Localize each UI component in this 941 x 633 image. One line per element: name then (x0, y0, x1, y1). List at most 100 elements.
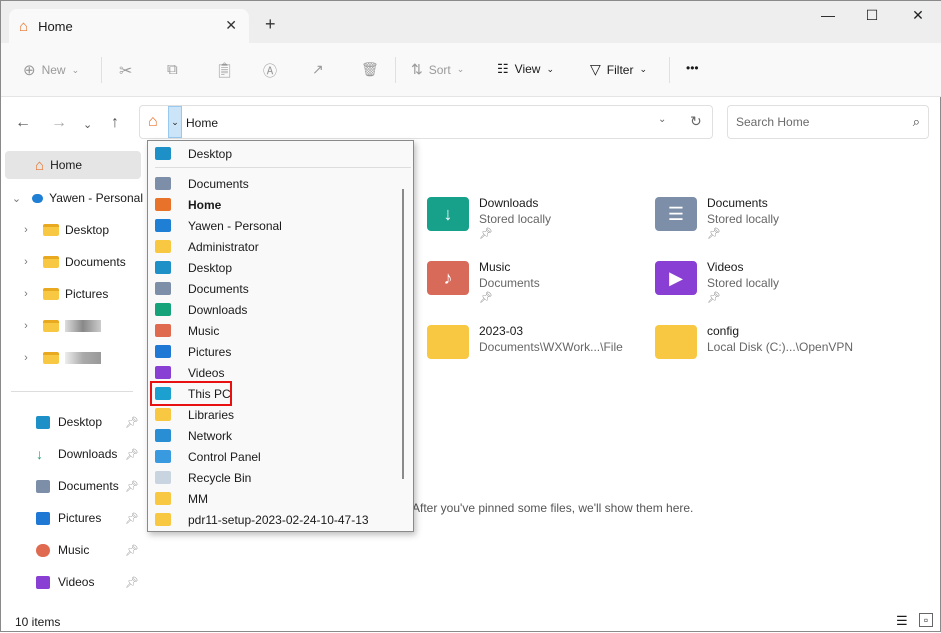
address-bar[interactable]: ⌂ ⌄ Home ⌄ ↻ (139, 105, 713, 139)
maximize-button[interactable]: ☐ (857, 7, 887, 24)
recent-locations-chevron-icon[interactable]: ⌄ (83, 118, 92, 131)
quick-access-pictures[interactable]: Pictures 📌︎ (1, 504, 143, 532)
more-options-button[interactable]: ••• (686, 61, 699, 75)
address-history-chevron-icon[interactable]: ⌄ (658, 114, 666, 125)
dropdown-item[interactable]: Documents (148, 278, 398, 299)
pin-icon[interactable]: 📌︎ (125, 416, 139, 429)
folder-icon (155, 240, 171, 253)
dropdown-item[interactable]: Home (148, 194, 398, 215)
search-input[interactable]: Search Home ⌕ (727, 105, 929, 139)
onedrive-icon (32, 193, 44, 203)
quick-access-videos[interactable]: Videos 📌︎ (1, 568, 143, 596)
folder-tile[interactable]: ▶ Videos Stored locally 📌︎ (655, 259, 779, 304)
dropdown-item[interactable]: Recycle Bin (148, 467, 398, 488)
pin-icon[interactable]: 📌︎ (125, 448, 139, 461)
dropdown-item[interactable]: Yawen - Personal (148, 215, 398, 236)
chevron-down-icon: ⌄ (639, 64, 647, 74)
quick-access-music[interactable]: Music 📌︎ (1, 536, 143, 564)
dropdown-label: Control Panel (188, 449, 261, 464)
dropdown-item[interactable]: Documents (148, 173, 398, 194)
sidebar-item-pictures[interactable]: › Pictures (1, 280, 143, 308)
dropdown-item[interactable]: Network (148, 425, 398, 446)
folder-tile[interactable]: config Local Disk (C:)...\OpenVPN (655, 323, 853, 359)
new-label: New (41, 63, 66, 77)
view-button[interactable]: ☷ View ⌄ (497, 61, 554, 77)
sidebar-label: Desktop (58, 415, 103, 429)
refresh-icon[interactable]: ↻ (690, 113, 702, 130)
dropdown-item[interactable]: Pictures (148, 341, 398, 362)
desktop-icon (155, 261, 171, 274)
folder-tile[interactable]: ☰ Documents Stored locally 📌︎ (655, 195, 779, 240)
dropdown-item[interactable]: pdr11-setup-2023-02-24-10-47-13 (148, 509, 398, 530)
dropdown-item-desktop-top[interactable]: Desktop (148, 143, 398, 164)
forward-arrow-icon[interactable]: → (51, 114, 67, 132)
control-panel-icon (155, 450, 171, 463)
downloads-icon: ↓ (36, 445, 43, 462)
view-label: View (514, 62, 541, 76)
new-tab-button[interactable]: + (265, 14, 276, 35)
chevron-down-icon: ⌄ (11, 192, 22, 205)
close-tab-icon[interactable]: ✕ (225, 17, 237, 34)
recycle-bin-icon (155, 471, 171, 484)
pin-icon: 📌︎ (707, 292, 721, 304)
pin-icon[interactable]: 📌︎ (125, 544, 139, 557)
dropdown-item[interactable]: MM (148, 488, 398, 509)
dropdown-item[interactable]: Videos (148, 362, 398, 383)
address-dropdown-chevron-icon[interactable]: ⌄ (168, 106, 182, 138)
back-arrow-icon[interactable]: ← (15, 114, 31, 132)
dropdown-item[interactable]: Control Panel (148, 446, 398, 467)
sidebar-item-documents[interactable]: › Documents (1, 248, 143, 276)
paste-icon[interactable]: 📋︎ (215, 61, 234, 79)
search-placeholder: Search Home (736, 115, 810, 129)
chevron-right-icon: › (24, 288, 28, 300)
quick-access-documents[interactable]: Documents 📌︎ (1, 472, 143, 500)
desktop-icon (155, 147, 171, 160)
rename-icon[interactable]: Ⓐ (263, 61, 277, 81)
minimize-button[interactable]: — (813, 7, 843, 23)
pin-icon[interactable]: 📌︎ (125, 512, 139, 525)
filter-button[interactable]: ▽ Filter ⌄ (590, 61, 647, 78)
network-icon (155, 429, 171, 442)
sidebar-item-desktop[interactable]: › Desktop (1, 216, 143, 244)
dropdown-label: MM (188, 491, 208, 506)
folder-tile[interactable]: ♪ Music Documents 📌︎ (427, 259, 540, 304)
close-window-button[interactable]: ✕ (903, 7, 933, 24)
folder-tile[interactable]: 2023-03 Documents\WXWork...\File (427, 323, 623, 359)
sidebar-item-blurred-folder[interactable]: › (1, 344, 143, 372)
scrollbar[interactable] (402, 189, 404, 479)
divider (155, 167, 411, 168)
copy-icon[interactable]: ⧉ (167, 61, 178, 78)
tiles-view-icon[interactable]: ▫ (919, 613, 933, 627)
pin-icon[interactable]: 📌︎ (125, 480, 139, 493)
tab-home[interactable]: ⌂ Home ✕ (9, 9, 249, 43)
dropdown-label: Documents (188, 281, 249, 296)
dropdown-label: Pictures (188, 344, 232, 359)
chevron-right-icon: › (24, 320, 28, 332)
sort-button[interactable]: ⇅ Sort ⌄ (411, 61, 464, 78)
cut-icon[interactable]: ✂ (119, 61, 132, 81)
dropdown-item[interactable]: Administrator (148, 236, 398, 257)
chevron-down-icon: ⌄ (71, 64, 80, 75)
divider (101, 57, 102, 83)
home-icon: ⌂ (148, 113, 158, 130)
folder-icon (427, 325, 469, 359)
dropdown-item[interactable]: Desktop (148, 257, 398, 278)
sidebar-item-onedrive[interactable]: ⌄ Yawen - Personal (1, 184, 143, 212)
pin-icon[interactable]: 📌︎ (125, 576, 139, 589)
dropdown-item[interactable]: Downloads (148, 299, 398, 320)
folder-tile[interactable]: ↓ Downloads Stored locally 📌︎ (427, 195, 551, 240)
dropdown-item[interactable]: Libraries (148, 404, 398, 425)
details-view-icon[interactable]: ☰ (896, 613, 908, 629)
new-button[interactable]: ⊕ New ⌄ (23, 61, 79, 79)
quick-access-downloads[interactable]: ↓ Downloads 📌︎ (1, 440, 143, 468)
sidebar-item-blurred-folder[interactable]: › (1, 312, 143, 340)
chevron-down-icon: ⌄ (456, 64, 465, 74)
sidebar-item-home[interactable]: ⌂ Home (5, 151, 141, 179)
delete-icon[interactable]: 🗑︎ (361, 61, 379, 78)
dropdown-item[interactable]: Music (148, 320, 398, 341)
videos-icon (36, 575, 50, 589)
share-icon[interactable]: ↗ (312, 61, 324, 78)
dropdown-label: Home (188, 197, 222, 212)
up-arrow-icon[interactable]: ↑ (111, 114, 119, 132)
quick-access-desktop[interactable]: Desktop 📌︎ (1, 408, 143, 436)
